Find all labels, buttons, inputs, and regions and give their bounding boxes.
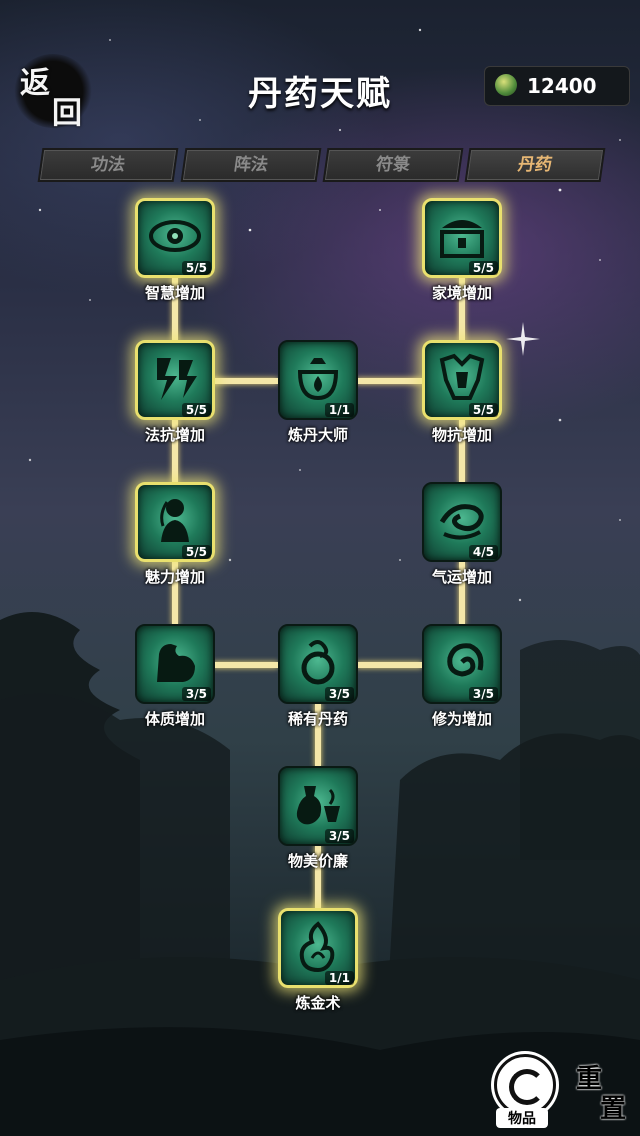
talent-node-bargain[interactable]: 3/5: [278, 766, 358, 846]
page-title: 丹药天赋: [248, 74, 392, 114]
talent-label: 稀有丹药: [287, 710, 348, 728]
talent-label: 体质增加: [144, 710, 205, 728]
spiral-icon: [447, 643, 484, 677]
talent-label: 修为增加: [431, 710, 492, 728]
tab-gongfa[interactable]: 功法: [37, 148, 179, 182]
back-label-char2: 回: [52, 96, 82, 131]
maiden-icon: [160, 499, 189, 542]
reset-label-char2: 置: [600, 1094, 627, 1124]
muscle-icon: [157, 644, 195, 682]
level-badge: 3/5: [468, 687, 498, 701]
talent-node-charm[interactable]: 5/5: [135, 482, 215, 562]
potion-bottle-icon: [296, 786, 340, 825]
cauldron-icon: [297, 358, 339, 401]
talent-label: 物美价廉: [287, 852, 348, 870]
level-badge: 4/5: [468, 545, 498, 559]
level-badge: 1/1: [324, 403, 354, 417]
talent-node-magic-resist[interactable]: 5/5: [135, 340, 215, 420]
talent-label: 物抗增加: [431, 426, 492, 444]
talent-label: 炼丹大师: [287, 426, 348, 444]
currency-display: 12400: [484, 66, 630, 106]
eye-icon: [149, 220, 201, 252]
level-badge: 5/5: [181, 261, 211, 275]
back-button[interactable]: 返 回: [14, 54, 92, 131]
talent-label: 智慧增加: [144, 284, 205, 302]
connector-line: [356, 378, 422, 384]
talent-node-cultivation[interactable]: 3/5: [422, 624, 502, 704]
talent-label: 气运增加: [431, 568, 492, 586]
talent-node-wisdom[interactable]: 5/5: [135, 198, 215, 278]
items-emblem-icon: [494, 1054, 556, 1116]
tab-zhenfa[interactable]: 阵法: [180, 148, 322, 182]
armor-icon: [439, 353, 485, 400]
talent-label: 法抗增加: [144, 426, 205, 444]
talent-node-alchemy-master[interactable]: 1/1: [278, 340, 358, 420]
currency-value: 12400: [527, 74, 597, 98]
gem-icon: [495, 74, 517, 96]
level-badge: 5/5: [181, 545, 211, 559]
back-label-char1: 返: [20, 66, 50, 101]
level-badge: 5/5: [181, 403, 211, 417]
level-badge: 5/5: [468, 403, 498, 417]
items-label: 物品: [496, 1108, 548, 1128]
swirl-icon: [439, 504, 484, 540]
lightning-shield-icon: [157, 358, 197, 400]
tab-fulu[interactable]: 符箓: [322, 148, 464, 182]
connector-line: [356, 662, 422, 668]
reset-label-char1: 重: [576, 1064, 603, 1094]
talent-node-physique[interactable]: 3/5: [135, 624, 215, 704]
talent-node-alchemy[interactable]: 1/1: [278, 908, 358, 988]
flame-icon: [299, 921, 335, 973]
reset-button[interactable]: 重 置: [570, 1054, 634, 1126]
talent-node-home[interactable]: 5/5: [422, 198, 502, 278]
level-badge: 3/5: [181, 687, 211, 701]
talent-label: 炼金术: [295, 994, 341, 1012]
connector-line: [212, 378, 278, 384]
tab-danyao[interactable]: 丹药: [464, 148, 606, 182]
talent-label: 家境增加: [431, 284, 492, 302]
talent-node-physical-resist[interactable]: 5/5: [422, 340, 502, 420]
level-badge: 3/5: [324, 687, 354, 701]
items-button[interactable]: 物品: [490, 1054, 556, 1128]
level-badge: 3/5: [324, 829, 354, 843]
connector-line: [212, 662, 278, 668]
treasure-chest-icon: [440, 220, 484, 258]
talent-node-rare-elixir[interactable]: 3/5: [278, 624, 358, 704]
talent-label: 魅力增加: [144, 568, 205, 586]
sparkle-icon: [506, 322, 540, 356]
talent-node-luck[interactable]: 4/5: [422, 482, 502, 562]
elixir-icon: [301, 640, 335, 685]
level-badge: 5/5: [468, 261, 498, 275]
level-badge: 1/1: [324, 971, 354, 985]
